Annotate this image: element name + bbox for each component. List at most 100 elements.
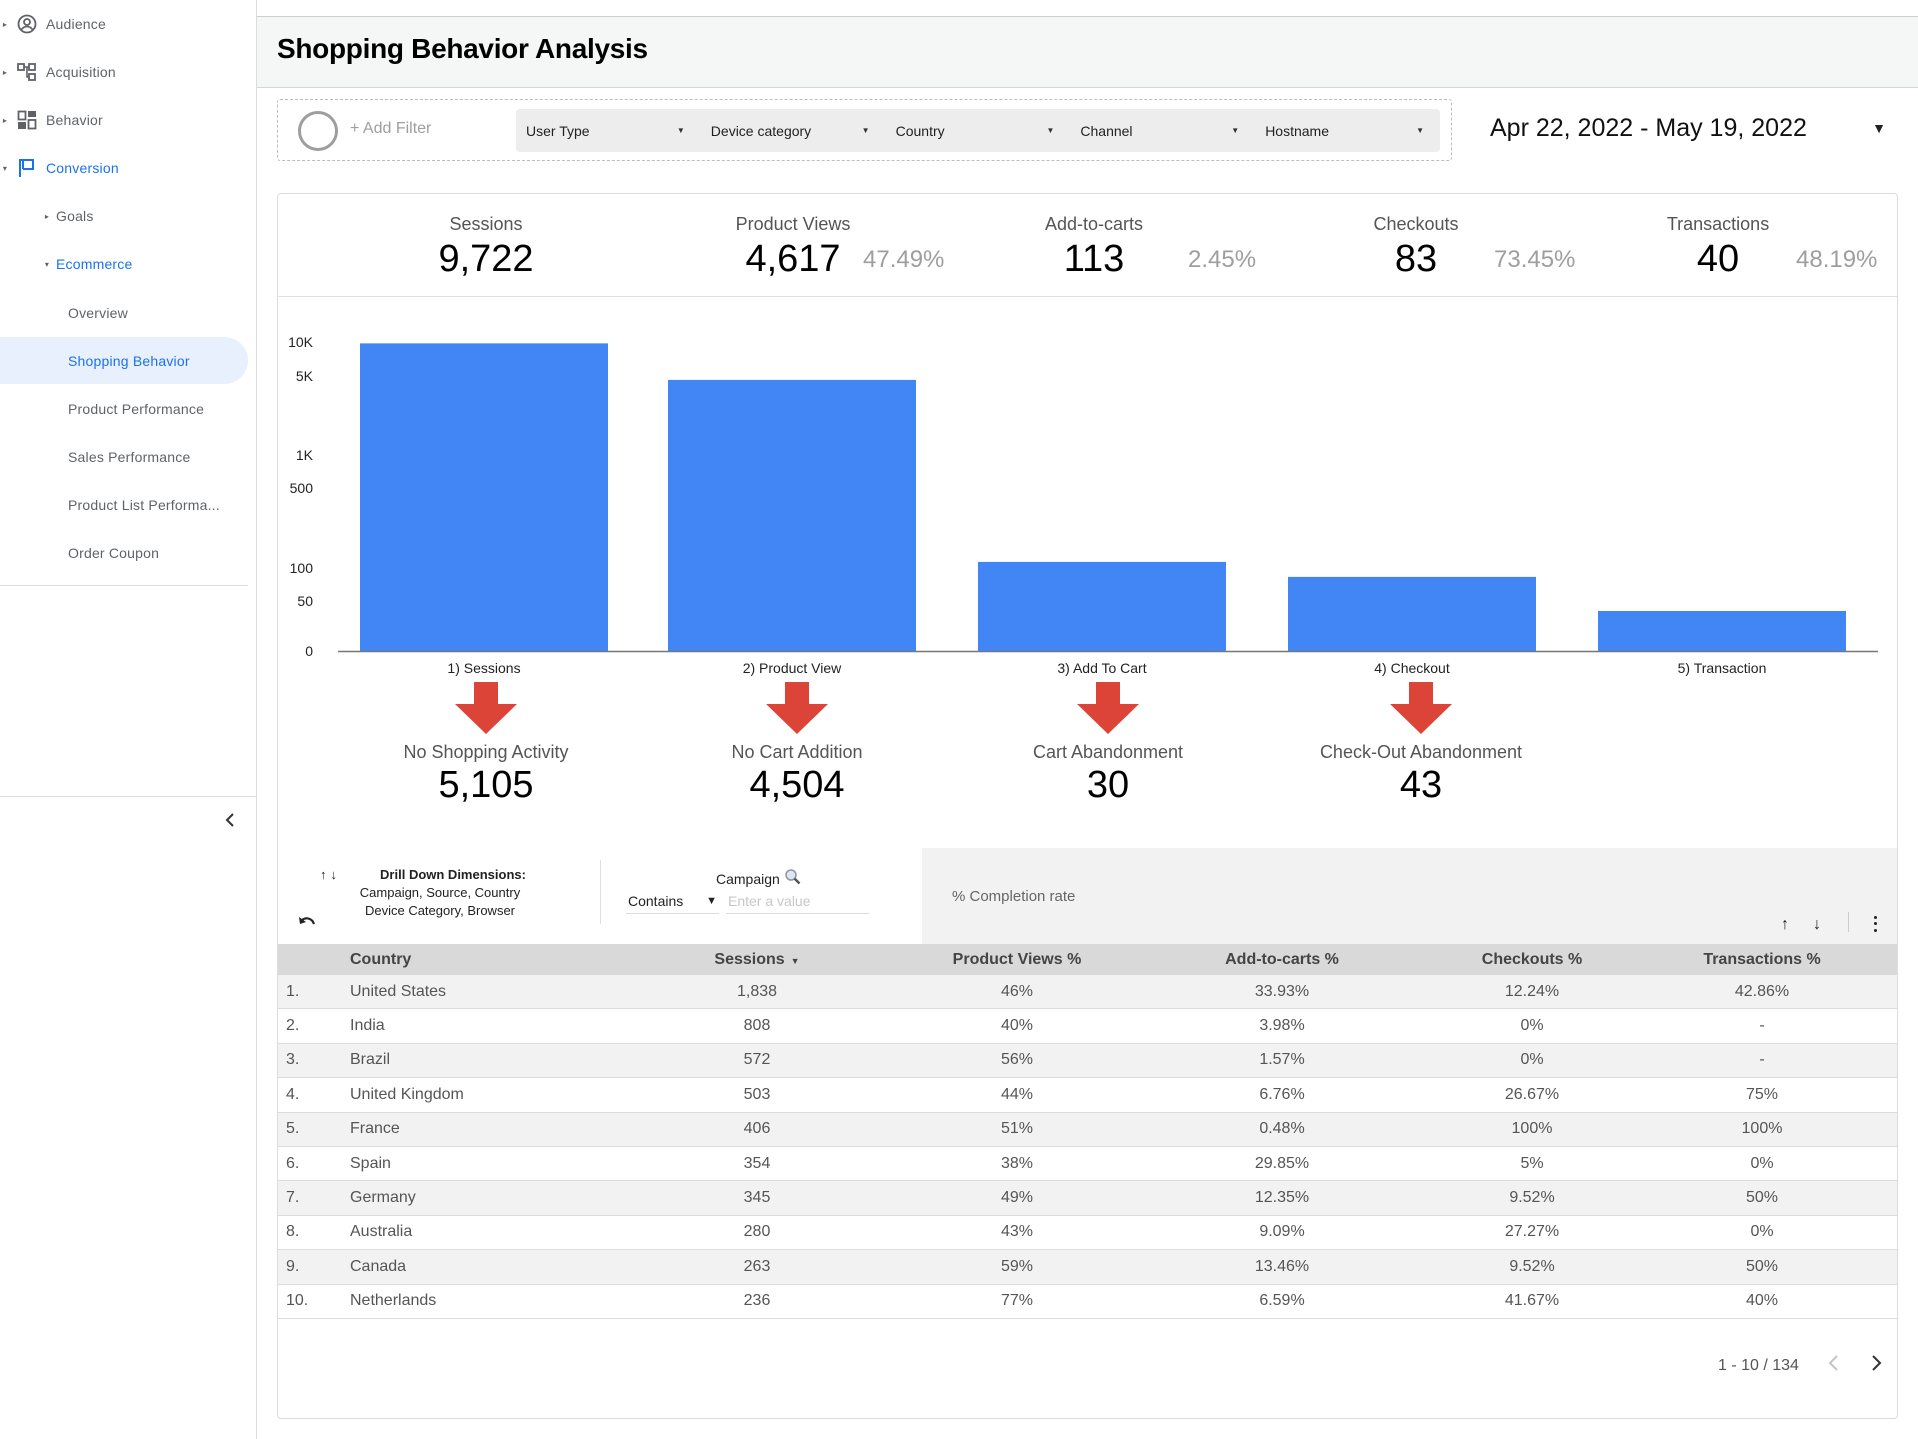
dropdown-label: Country [895,122,945,139]
add-filter-button[interactable]: + Add Filter [350,120,431,138]
drill-title: Drill Down Dimensions: [380,867,526,882]
sidebar-item-label: Product Performance [68,401,205,417]
bar-1[interactable] [360,343,608,651]
completion-rate-label: % Completion rate [952,888,1076,905]
caret-down-icon: ▼ [706,894,717,907]
bar-4[interactable] [1288,576,1536,651]
sidebar-item-product-performance[interactable]: Product Performance [0,389,248,429]
bar-3[interactable] [978,561,1226,651]
dropoff-label: No Cart Addition [731,742,863,762]
cell-country: Germany [350,1189,416,1207]
sidebar-item-label: Overview [68,305,128,321]
cell-tx: 0% [1750,1223,1774,1241]
x-tick-label: 1) Sessions [447,660,520,676]
cell-country: India [350,1017,385,1035]
caret-down-icon: ▼ [861,126,870,135]
dropoff-label: Cart Abandonment [1032,742,1184,762]
account-circle-icon [16,13,38,35]
cell-sessions: 1,838 [736,982,778,1000]
table-row[interactable]: 8. Australia 280 43% 9.09% 27.27% 0% [278,1215,1897,1251]
cell-country: Canada [350,1257,407,1275]
kpi-value: 4,617 [745,238,841,280]
bar-5[interactable] [1598,611,1846,651]
header-add-to-carts[interactable]: Add-to-carts % [1132,951,1432,969]
flag-icon [16,157,38,179]
header-checkouts[interactable]: Checkouts % [1432,951,1632,969]
undo-icon[interactable] [298,916,318,932]
country-table: Country Sessions ▼ Product Views % Add-to… [278,944,1897,1319]
cell-chk: 41.67% [1504,1292,1560,1310]
cell-tx: 75% [1745,1085,1779,1103]
header-sessions[interactable]: Sessions ▼ [612,951,902,969]
main-content: Shopping Behavior Analysis + Add Filter … [257,0,1918,1439]
cell-atc: 13.46% [1254,1257,1310,1275]
channel-dropdown[interactable]: Channel ▼ [1070,109,1255,152]
table-row[interactable]: 10. Netherlands 236 77% 6.59% 41.67% 40% [278,1284,1897,1319]
next-page-button[interactable] [1871,1354,1891,1378]
drill-down-icon[interactable]: ↓ [331,867,342,882]
y-tick-label: 10K [288,334,314,350]
sidebar-item-behavior[interactable]: ▸ Behavior [0,100,103,140]
campaign-label-text: Campaign [716,870,780,887]
cell-atc: 29.85% [1254,1154,1310,1172]
country-dropdown[interactable]: Country ▼ [886,109,1071,152]
drill-arrows[interactable]: ↑↓ [320,866,341,884]
cell-chk: 0% [1520,1017,1544,1035]
add-filter-circle-icon[interactable] [298,111,338,151]
cell-country: Netherlands [350,1292,437,1310]
sort-ascending-icon[interactable]: ↑ [1781,916,1789,934]
cell-idx: 8. [286,1223,300,1241]
sidebar-item-sales-performance[interactable]: Sales Performance [0,437,248,477]
user-type-dropdown[interactable]: User Type ▼ [516,109,701,152]
cell-pv: 46% [1000,982,1034,1000]
date-range-picker[interactable]: Apr 22, 2022 - May 19, 2022 ▼ [1490,110,1890,146]
device-category-dropdown[interactable]: Device category ▼ [701,109,886,152]
sidebar-item-overview[interactable]: Overview [0,293,248,333]
cell-idx: 3. [286,1051,300,1069]
sidebar-item-shopping-behavior[interactable]: Shopping Behavior [0,337,248,384]
table-row[interactable]: 4. United Kingdom 503 44% 6.76% 26.67% 75% [278,1078,1897,1113]
filter-bar: + Add Filter User Type ▼ Device category… [277,99,1452,161]
table-row[interactable]: 3. Brazil 572 56% 1.57% 0% - [278,1043,1897,1079]
sort-descending-icon[interactable]: ↓ [1813,916,1821,934]
drill-down-info: ↑↓ Drill Down Dimensions: Campaign, Sour… [320,866,560,920]
cell-idx: 10. [286,1292,309,1310]
more-options-icon[interactable] [1870,914,1880,934]
collapse-sidebar-button[interactable] [220,812,240,832]
sidebar-item-product-list-performance[interactable]: Product List Performa... [0,485,248,525]
campaign-value-input[interactable] [726,888,869,914]
cell-idx: 4. [286,1085,300,1103]
bar-2[interactable] [668,379,916,651]
table-row[interactable]: 6. Spain 354 38% 29.85% 5% 0% [278,1146,1897,1182]
sidebar-item-conversion[interactable]: ▾ Conversion [0,148,119,188]
table-row[interactable]: 7. Germany 345 49% 12.35% 9.52% 50% [278,1181,1897,1216]
table-row[interactable]: 5. France 406 51% 0.48% 100% 100% [278,1112,1897,1147]
sidebar-item-label: Order Coupon [68,545,160,561]
table-row[interactable]: 2. India 808 40% 3.98% 0% - [278,1009,1897,1044]
cell-atc: 9.09% [1259,1223,1305,1241]
previous-page-button[interactable] [1827,1354,1847,1378]
sidebar-item-ecommerce[interactable]: ▾ Ecommerce [42,244,132,284]
caret-right-icon: ▸ [2,19,8,29]
sidebar-item-label: Behavior [46,112,103,128]
sidebar-item-goals[interactable]: ▸ Goals [42,196,94,236]
kpi-value: 113 [1063,238,1125,280]
cell-idx: 1. [286,982,300,1000]
drill-up-icon[interactable]: ↑ [320,867,331,882]
table-row[interactable]: 9. Canada 263 59% 13.46% 9.52% 50% [278,1250,1897,1285]
kpi-percent: 2.45% [1188,246,1257,273]
hostname-dropdown[interactable]: Hostname ▼ [1255,109,1440,152]
header-product-views[interactable]: Product Views % [902,951,1132,969]
header-transactions[interactable]: Transactions % [1632,951,1892,969]
match-type-select[interactable]: Contains ▼ [626,888,719,914]
sidebar-item-acquisition[interactable]: ▸ Acquisition [0,52,116,92]
kpi-label: Checkouts [1373,214,1459,234]
sidebar-item-audience[interactable]: ▸ Audience [0,4,106,44]
cell-chk: 9.52% [1509,1189,1555,1207]
caret-down-icon: ▾ [2,163,8,173]
vertical-divider [600,860,601,924]
header-country[interactable]: Country [350,951,612,969]
sidebar-item-order-coupon[interactable]: Order Coupon [0,533,248,573]
cell-country: Spain [350,1154,391,1172]
table-row[interactable]: 1. United States 1,838 46% 33.93% 12.24% 42.86… [278,975,1897,1010]
